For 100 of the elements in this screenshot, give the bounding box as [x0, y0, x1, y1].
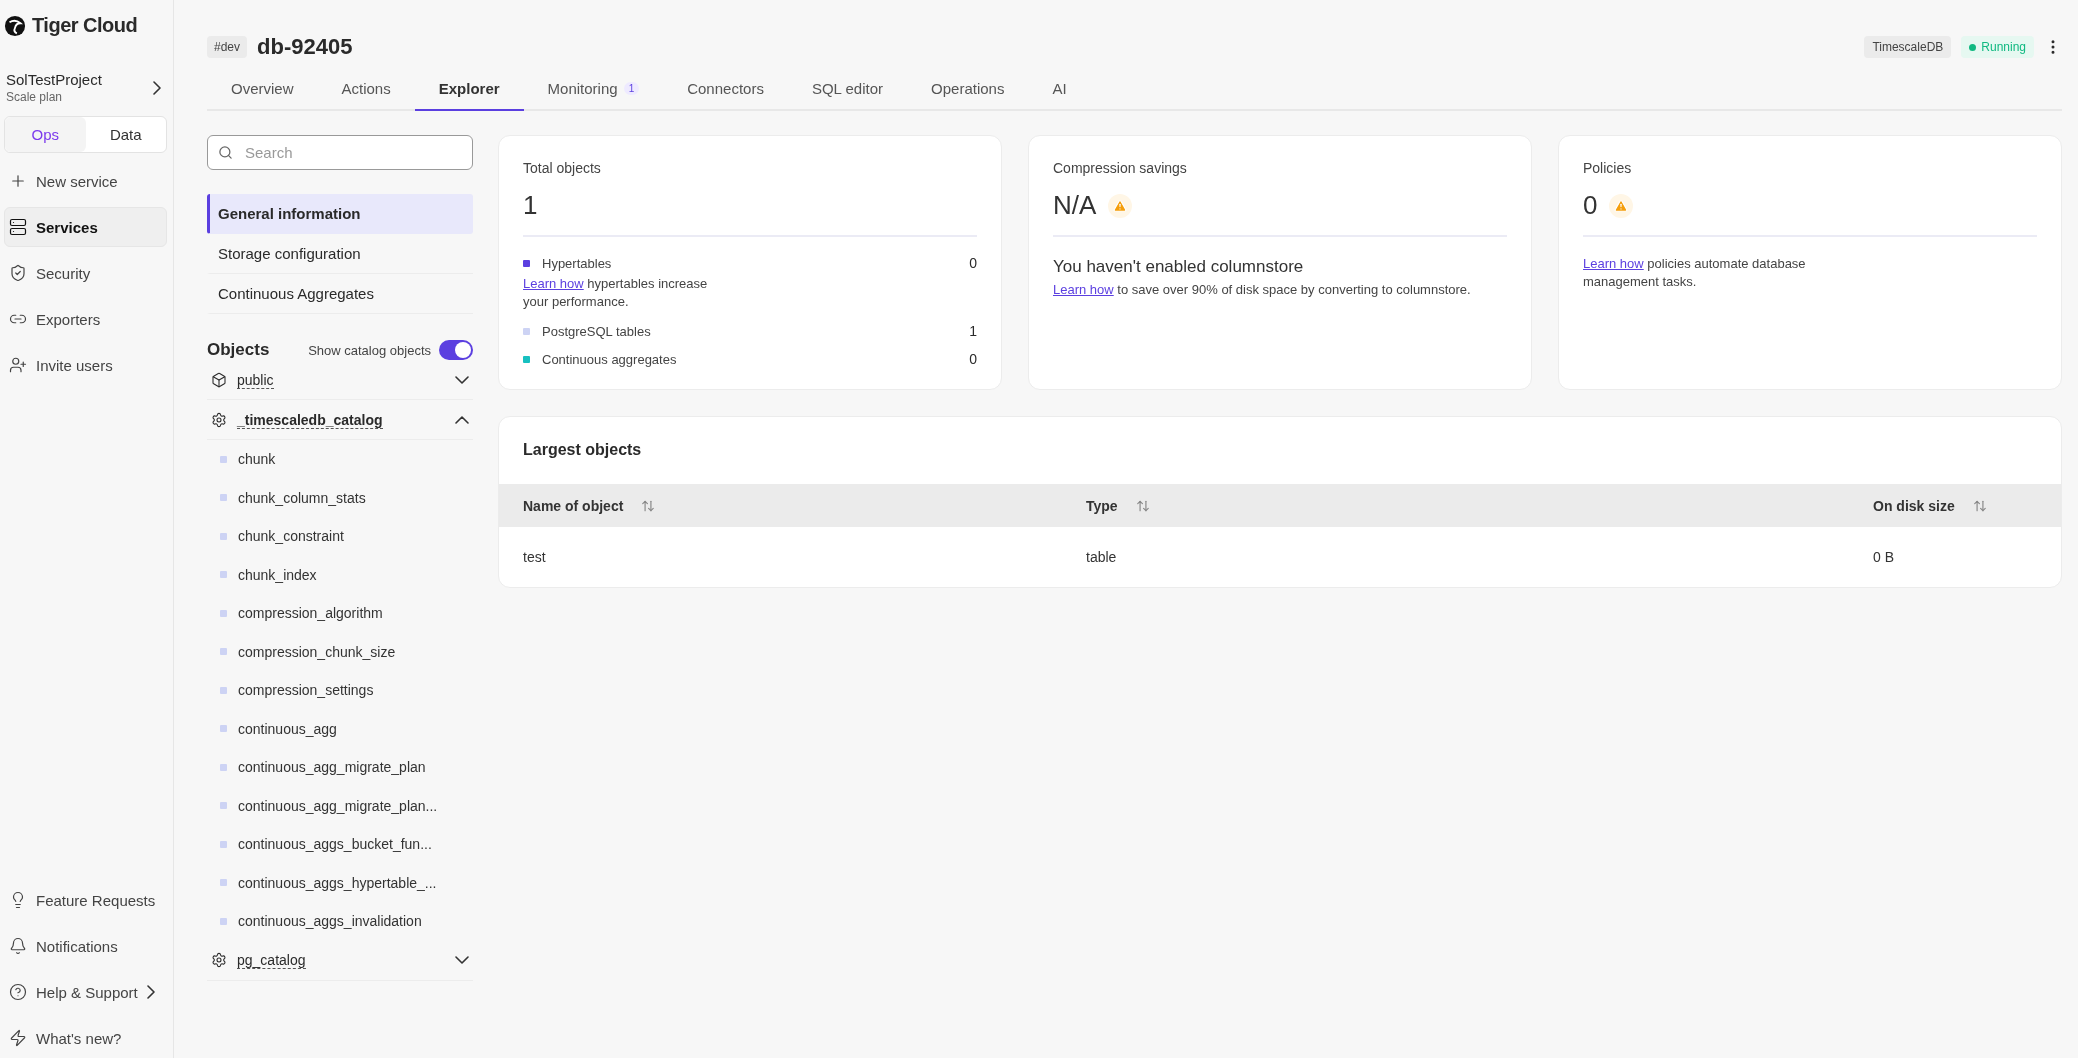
nav-item[interactable]: Security	[4, 253, 167, 293]
gear-icon	[211, 411, 227, 428]
nav-icon	[9, 1029, 27, 1047]
card-note: Learn how to save over 90% of disk space by converting to columnstore.	[1053, 281, 1472, 299]
card-value: N/A	[1053, 190, 1097, 221]
nav-icon	[9, 218, 27, 236]
table-cell-text: 0 B	[1872, 548, 1895, 567]
schema-name: public	[237, 371, 274, 389]
nav-item[interactable]: New service	[4, 161, 167, 201]
schema-name: pg_catalog	[237, 952, 306, 969]
engine-badge: TimescaleDB	[1864, 36, 1952, 58]
section-item[interactable]: Storage configuration	[207, 234, 473, 274]
table-cell-text: table	[1085, 548, 1118, 567]
mode-tab[interactable]: Data	[85, 117, 166, 152]
legend-label: Continuous aggregates	[542, 351, 678, 367]
table-item[interactable]: chunk_column_stats	[207, 478, 473, 517]
nav-icon	[9, 983, 27, 1001]
nav-item[interactable]: What's new?	[4, 1018, 167, 1058]
schema-row[interactable]: public	[207, 360, 473, 400]
mode-tab[interactable]: Ops	[5, 117, 86, 152]
tab[interactable]: Operations	[907, 72, 1029, 111]
nav-item[interactable]: Services	[4, 207, 167, 247]
project-plan: Scale plan	[6, 90, 64, 104]
table-item[interactable]: continuous_aggs_hypertable_...	[207, 863, 473, 902]
chevron-down-icon[interactable]	[455, 956, 469, 964]
cube-icon	[211, 371, 227, 388]
objects-heading: Objects	[207, 340, 270, 360]
nav-item[interactable]: Notifications	[4, 926, 167, 966]
section-item[interactable]: General information	[207, 194, 473, 234]
learn-how-link[interactable]: Learn how	[523, 276, 584, 291]
card-heading: You haven't enabled columnstore	[1053, 257, 1305, 277]
card-title: Largest objects	[522, 440, 643, 460]
toggle-label: Show catalog objects	[308, 342, 431, 358]
table-item[interactable]: continuous_agg_migrate_plan	[207, 748, 473, 787]
schema-name: _timescaledb_catalog	[237, 411, 383, 429]
tab[interactable]: AI	[1028, 72, 1091, 111]
legend-count: 0	[969, 351, 977, 367]
status-badge: Running	[1961, 36, 2034, 58]
tab[interactable]: Connectors	[663, 72, 788, 111]
table-item[interactable]: compression_algorithm	[207, 594, 473, 633]
search-icon	[218, 145, 233, 160]
tab[interactable]: Monitoring 1	[523, 72, 664, 111]
env-tag: #dev	[207, 36, 248, 58]
sort-icon	[1972, 498, 1987, 513]
tiger-logo-icon	[4, 14, 26, 37]
chevron-right-icon[interactable]	[153, 80, 161, 95]
chevron-up-icon[interactable]	[455, 415, 469, 424]
table-cell-text: test	[522, 548, 547, 567]
project-name: SolTestProject	[6, 71, 102, 88]
gear-icon	[211, 952, 227, 968]
table-item[interactable]: continuous_agg	[207, 709, 473, 748]
card-value: 0	[1583, 190, 1598, 221]
project-switcher[interactable]: SolTestProject Scale plan	[4, 71, 167, 104]
legend-label: PostgreSQL tables	[542, 323, 652, 339]
schema-row[interactable]: pg_catalog	[207, 940, 473, 981]
tab-count-badge: 1	[623, 82, 640, 95]
nav-icon	[9, 172, 27, 190]
sort-icon	[641, 498, 656, 513]
table-item[interactable]: continuous_aggs_bucket_fun...	[207, 825, 473, 864]
nav-icon	[9, 356, 27, 374]
card-title: Total objects	[523, 160, 602, 176]
column-header[interactable]: On disk size	[1849, 484, 2061, 527]
nav-item[interactable]: Exporters	[4, 299, 167, 339]
search-input[interactable]: Search	[243, 143, 462, 162]
table-item[interactable]: chunk_constraint	[207, 517, 473, 556]
table-item[interactable]: chunk_index	[207, 555, 473, 594]
nav-item[interactable]: Invite users	[4, 345, 167, 385]
card-value: 1	[523, 190, 538, 221]
column-header[interactable]: Type	[1062, 484, 1849, 527]
table-item[interactable]: compression_chunk_size	[207, 632, 473, 671]
schema-row[interactable]: _timescaledb_catalog	[207, 400, 473, 440]
table-item[interactable]: compression_settings	[207, 671, 473, 710]
table-item[interactable]: continuous_aggs_invalidation	[207, 902, 473, 941]
learn-how-link[interactable]: Learn how	[1583, 256, 1644, 271]
catalog-toggle[interactable]	[439, 340, 473, 360]
legend-label: Hypertables	[542, 255, 613, 271]
search-field[interactable]: Search	[207, 135, 473, 170]
legend-note: Learn how hypertables increase your performance.	[523, 275, 709, 311]
card-note: Learn how policies automate database management tasks.	[1583, 255, 1807, 291]
nav-icon	[9, 937, 27, 955]
nav-icon	[9, 264, 27, 282]
legend-count: 0	[969, 255, 977, 271]
chevron-right-icon[interactable]	[146, 985, 155, 999]
learn-how-link[interactable]: Learn how	[1053, 282, 1114, 297]
card-title: Policies	[1583, 160, 1633, 176]
tab[interactable]: Overview	[207, 72, 318, 111]
nav-item[interactable]: Feature Requests	[4, 880, 167, 920]
nav-item[interactable]: Help & Support	[4, 972, 167, 1012]
tab[interactable]: Actions	[317, 72, 415, 111]
card-title: Compression savings	[1053, 160, 1188, 176]
service-title: db-92405	[257, 34, 353, 60]
tab[interactable]: SQL editor	[787, 72, 908, 111]
table-item[interactable]: chunk	[207, 440, 473, 479]
column-header[interactable]: Name of object	[499, 484, 1062, 527]
sort-icon	[1135, 498, 1150, 513]
tab[interactable]: Explorer	[414, 72, 524, 111]
section-item[interactable]: Continuous Aggregates	[207, 274, 473, 314]
table-item[interactable]: continuous_agg_migrate_plan...	[207, 786, 473, 825]
chevron-down-icon[interactable]	[455, 375, 469, 384]
logo-text: Tiger Cloud	[32, 14, 138, 37]
